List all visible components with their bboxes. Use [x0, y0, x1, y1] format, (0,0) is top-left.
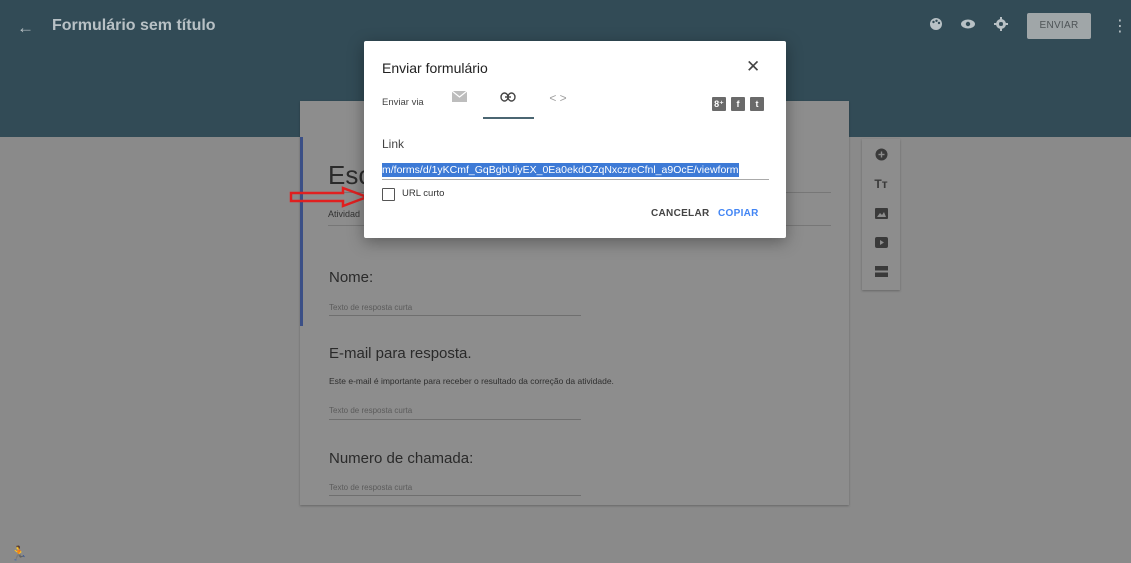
question-title[interactable]: E-mail para resposta. [329, 345, 472, 362]
answer-placeholder: Texto de resposta curta [329, 303, 413, 312]
link-label: Link [382, 137, 405, 151]
section-icon[interactable] [871, 265, 891, 280]
question-title[interactable]: Numero de chamada: [329, 450, 473, 467]
send-form-dialog: Enviar formulário ✕ Enviar via < > 8⁺ f … [364, 41, 786, 238]
cancel-button[interactable]: CANCELAR [651, 208, 710, 219]
divider [329, 495, 581, 496]
question-help-text: Este e-mail é importante para receber o … [329, 376, 614, 386]
answer-placeholder: Texto de resposta curta [329, 406, 413, 415]
divider [329, 315, 581, 316]
form-description[interactable]: Atividad [328, 209, 360, 219]
answer-placeholder: Texto de resposta curta [329, 483, 413, 492]
side-toolbar: Tт [862, 139, 900, 290]
tab-email[interactable] [434, 90, 484, 117]
active-tab-indicator [483, 117, 534, 119]
video-icon[interactable] [871, 236, 891, 251]
arrow-back-icon[interactable]: ← [17, 18, 34, 38]
short-url-checkbox[interactable] [382, 188, 395, 201]
add-circle-icon[interactable] [871, 148, 891, 164]
divider [329, 419, 581, 420]
close-icon[interactable]: ✕ [746, 57, 760, 77]
twitter-icon[interactable]: t [750, 97, 764, 111]
link-value: m/forms/d/1yKCmf_GqBgbUiyEX_0Ea0ekdOZqNx… [382, 163, 739, 177]
gear-icon[interactable] [991, 17, 1011, 36]
divider [382, 179, 769, 180]
copy-button[interactable]: COPIAR [718, 208, 759, 219]
annotation-arrow-icon [289, 186, 371, 208]
link-input[interactable]: m/forms/d/1yKCmf_GqBgbUiyEX_0Ea0ekdOZqNx… [382, 163, 769, 177]
email-icon [451, 90, 467, 105]
link-icon [500, 91, 516, 105]
short-url-label[interactable]: URL curto [402, 188, 444, 199]
active-section-indicator [300, 137, 303, 326]
page-title: Formulário sem título [52, 17, 216, 34]
image-icon[interactable] [871, 207, 891, 222]
send-button[interactable]: ENVIAR [1027, 13, 1091, 39]
facebook-icon[interactable]: f [731, 97, 745, 111]
tab-link[interactable] [483, 91, 533, 117]
dialog-title: Enviar formulário [382, 60, 488, 76]
accessibility-icon: 🏃 [10, 545, 28, 561]
title-icon[interactable]: Tт [871, 177, 891, 191]
eye-icon[interactable] [958, 17, 978, 35]
more-vert-icon[interactable]: ⋮ [1112, 16, 1128, 36]
tab-embed[interactable]: < > [533, 91, 583, 117]
question-title[interactable]: Nome: [329, 269, 373, 286]
google-plus-icon[interactable]: 8⁺ [712, 97, 726, 111]
embed-icon: < > [549, 91, 567, 105]
palette-icon[interactable] [926, 17, 946, 36]
send-via-label: Enviar via [382, 97, 424, 108]
